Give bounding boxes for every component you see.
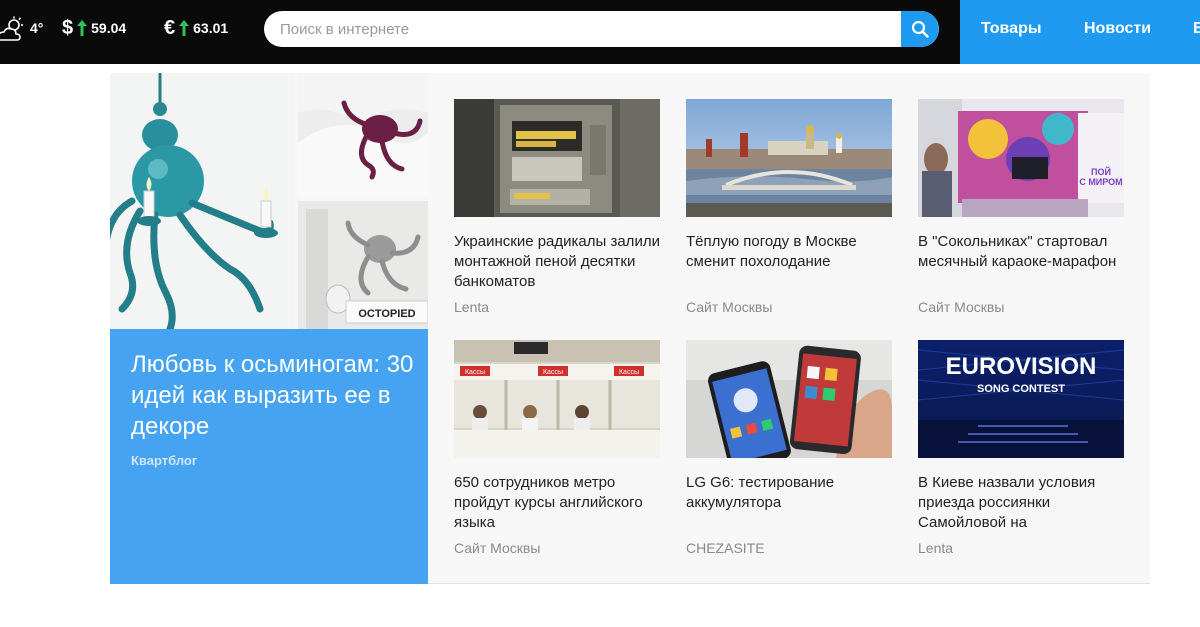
news-title[interactable]: LG G6: тестирование аккумулятора xyxy=(686,473,892,513)
nav-news[interactable]: Новости xyxy=(1084,20,1151,38)
usd-value: 59.04 xyxy=(91,20,127,36)
news-source[interactable]: Сайт Москвы xyxy=(454,540,540,556)
search-button[interactable] xyxy=(901,11,939,47)
cashier-sign-2: Кассы xyxy=(543,369,563,376)
octopied-sign-text: OCTOPIED xyxy=(358,308,415,320)
chandelier-image xyxy=(110,73,294,329)
search-input[interactable] xyxy=(264,11,904,47)
eurovision-image: EUROVISION SONG CONTEST xyxy=(918,340,1124,458)
nav-goods[interactable]: Товары xyxy=(981,20,1042,38)
news-source[interactable]: Lenta xyxy=(918,540,953,556)
news-source[interactable]: Lenta xyxy=(454,299,489,315)
octopus-pillow-image xyxy=(298,73,428,197)
arrow-up-icon xyxy=(77,20,88,36)
karaoke-image: ПОЙ С МИРОМ xyxy=(918,99,1124,217)
search-bar xyxy=(264,11,939,47)
feature-source[interactable]: Квартблог xyxy=(131,453,197,468)
news-title[interactable]: 650 сотрудников метро пройдут курсы англ… xyxy=(454,473,660,533)
news-source[interactable]: CHEZASITE xyxy=(686,540,765,556)
lg-phones-image xyxy=(686,340,892,458)
news-source[interactable]: Сайт Москвы xyxy=(918,299,1004,315)
eur-rate[interactable]: € 63.01 xyxy=(164,17,228,39)
search-icon xyxy=(911,20,929,38)
news-title[interactable]: Украинские радикалы залили монтажной пен… xyxy=(454,232,660,292)
feature-panel: Любовь к осьминогам: 30 идей как выразит… xyxy=(110,329,428,584)
feature-card[interactable]: OCTOPIED Любовь к осьминогам: 30 идей ка… xyxy=(110,73,428,584)
svg-text:С МИРОМ: С МИРОМ xyxy=(1079,177,1122,187)
news-title[interactable]: Тёплую погоду в Москве сменит похолодани… xyxy=(686,232,892,272)
weather-widget[interactable] xyxy=(0,16,24,42)
nav-more[interactable]: В xyxy=(1193,20,1200,38)
eurovision-logo-text: EUROVISION xyxy=(946,353,1097,380)
feature-title[interactable]: Любовь к осьминогам: 30 идей как выразит… xyxy=(131,349,421,442)
arrow-up-icon xyxy=(179,20,190,36)
eurovision-subtitle-text: SONG CONTEST xyxy=(977,383,1065,395)
euro-sign: € xyxy=(164,17,176,39)
news-source[interactable]: Сайт Москвы xyxy=(686,299,772,315)
temperature: 4° xyxy=(30,20,44,36)
cashier-sign-1: Кассы xyxy=(465,369,485,376)
metro-cashier-image: Кассы Кассы Кассы xyxy=(454,340,660,458)
cashier-sign-3: Кассы xyxy=(619,369,639,376)
dollar-sign: $ xyxy=(62,17,74,39)
eur-value: 63.01 xyxy=(193,20,229,36)
atm-image xyxy=(454,99,660,217)
usd-rate[interactable]: $ 59.04 xyxy=(62,17,126,39)
svg-text:ПОЙ: ПОЙ xyxy=(1091,166,1111,177)
cloud-sun-icon xyxy=(0,16,23,41)
kremlin-image xyxy=(686,99,892,217)
octopus-sign-image: OCTOPIED xyxy=(298,201,428,329)
news-title[interactable]: В Киеве назвали условия приезда россиянк… xyxy=(918,473,1124,533)
news-title[interactable]: В "Сокольниках" стартовал месячный карао… xyxy=(918,232,1124,272)
